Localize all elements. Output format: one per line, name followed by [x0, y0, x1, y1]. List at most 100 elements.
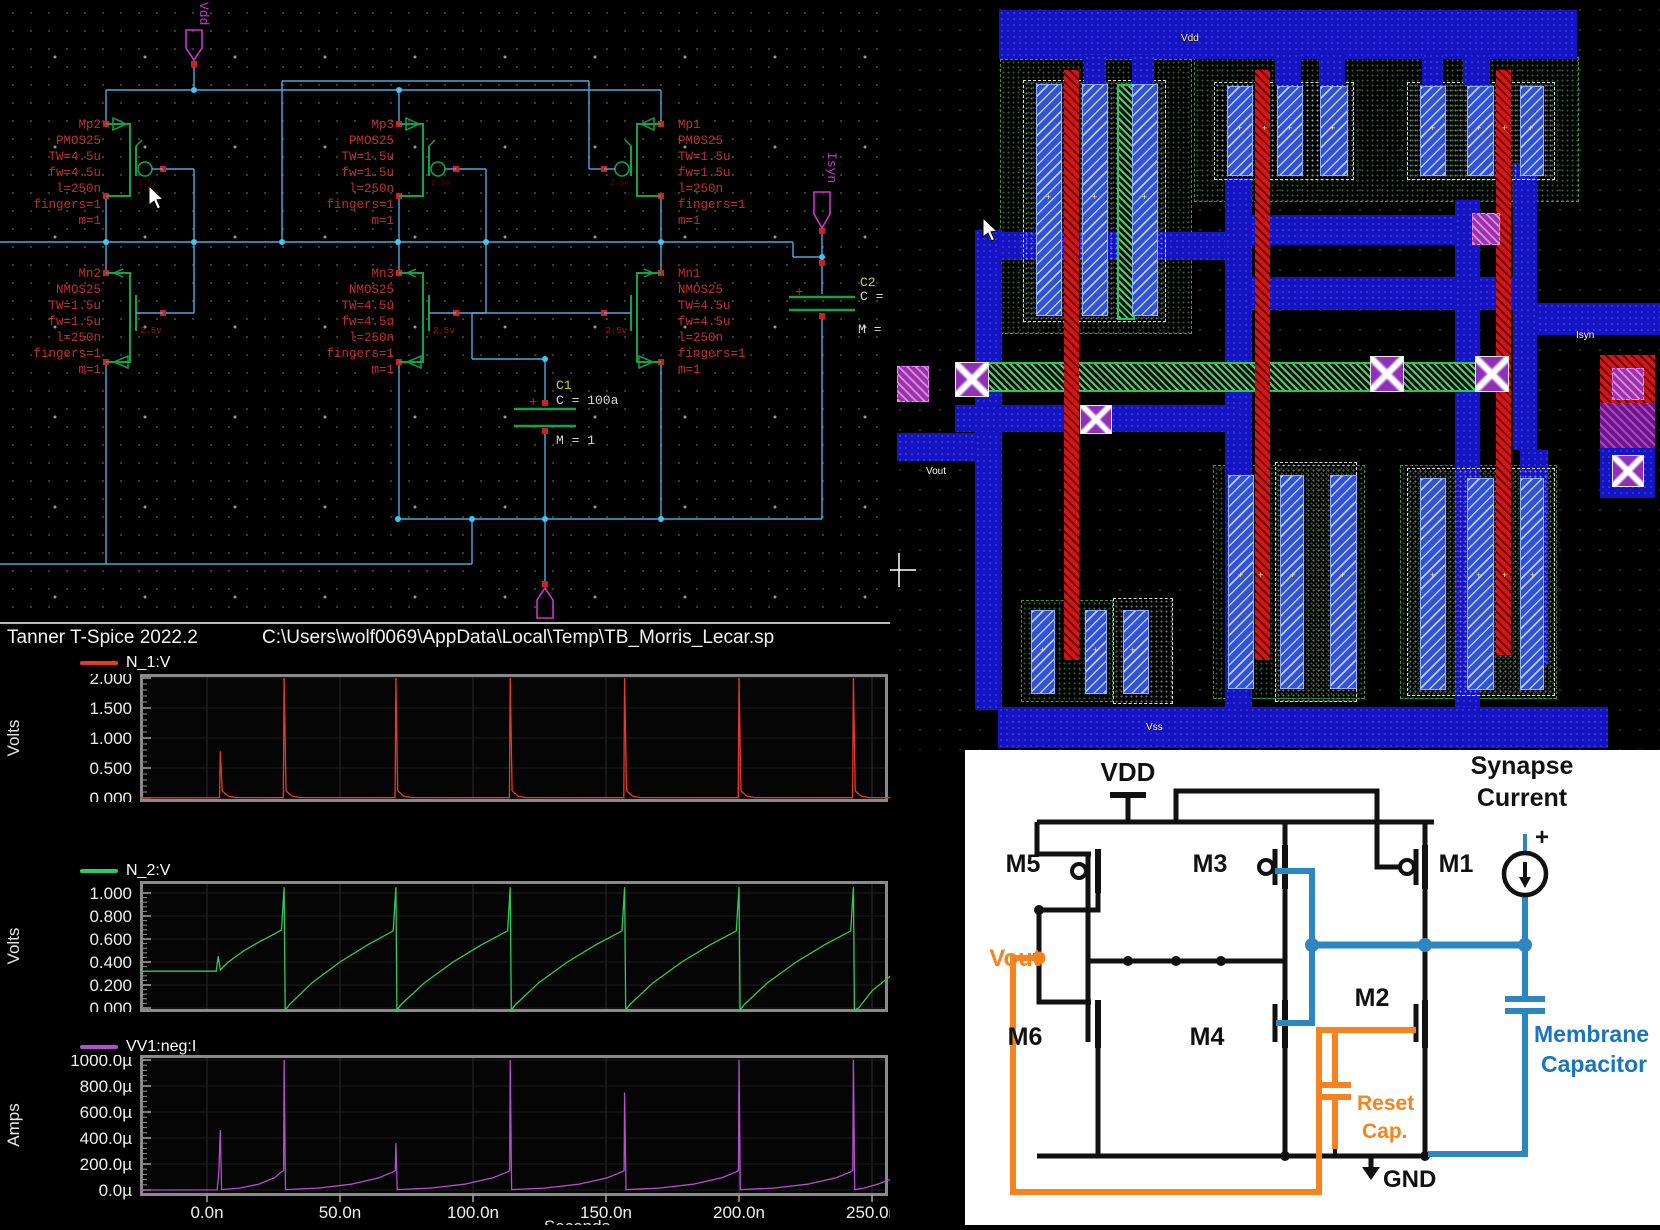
- transistor-label-line: NMOS25: [349, 283, 394, 297]
- contact-mark: +: [1476, 570, 1481, 580]
- x-tick-label: 0.0n: [190, 1203, 223, 1222]
- neuron-circuit-svg: VDD M5 M3 M1 M6 M4 M2 Synapse Current + …: [965, 750, 1660, 1225]
- layout-shape-pcon: [897, 366, 929, 402]
- layout-shape-fin: [1228, 475, 1254, 689]
- gate-voltage-note: 2.5v: [605, 326, 627, 336]
- layout-shape-lb: [1084, 55, 1106, 85]
- transistor-label-line: PMOS25: [56, 134, 101, 148]
- tspice-waveform-window[interactable]: Tanner T-Spice 2022.2 C:\Users\wolf0069\…: [0, 622, 890, 1225]
- transistor-label-line: l=250n: [56, 182, 101, 196]
- contact-mark: +: [1330, 123, 1335, 133]
- transistor-label-line: Mp2: [78, 118, 101, 132]
- transistor-label-line: m=1: [78, 363, 101, 377]
- contact-mark: +: [1340, 570, 1345, 580]
- layout-shape-xcon: [1475, 356, 1509, 392]
- layout-shape-lb: [1422, 53, 1443, 85]
- app-title: Tanner T-Spice 2022.2: [7, 627, 198, 649]
- layout-shape-lb: [975, 230, 1002, 710]
- transistor-label-line: TW=4.5u: [678, 299, 731, 313]
- cap-mult: M = 1: [556, 433, 595, 448]
- transistor-label-line: l=250n: [349, 331, 394, 345]
- contact-mark: +: [1502, 570, 1507, 580]
- y-tick-label: 0.500: [89, 759, 132, 778]
- gate-voltage-note: 2.5v: [140, 326, 162, 336]
- schematic-editor-canvas[interactable]: Mp2PMOS25TW=4.5ufw=4.5ul=250nfingers=1m=…: [0, 0, 890, 622]
- transistor-label-line: fingers=1: [33, 198, 101, 212]
- layout-shape-lb: [1132, 55, 1154, 85]
- transistor-label-line: l=250n: [678, 182, 723, 196]
- m4-label: M4: [1190, 1023, 1225, 1051]
- y-tick-label: 200.0µ: [80, 1155, 133, 1174]
- layout-shape-lb: [1275, 53, 1301, 85]
- layout-shape-lb: [1463, 53, 1490, 85]
- vout-label: Vout: [989, 945, 1041, 972]
- contact-mark: +: [1046, 192, 1051, 202]
- transistor-label-line: fingers=1: [326, 347, 394, 361]
- m2-label: M2: [1355, 984, 1390, 1012]
- y-tick-label: 0.000: [89, 789, 132, 802]
- transistor-label-line: TW=1.5u: [48, 299, 101, 313]
- vdd-port-icon: [186, 30, 202, 60]
- plus-sign: +: [1535, 824, 1549, 851]
- transistor-label-line: m=1: [371, 363, 394, 377]
- isyn-port-label: Isyn: [824, 152, 839, 183]
- title-bar[interactable]: Tanner T-Spice 2022.2 C:\Users\wolf0069\…: [0, 624, 890, 651]
- membrane-label-2: Capacitor: [1541, 1051, 1647, 1077]
- legend-label: VV1:neg:I: [126, 1038, 196, 1056]
- port-labels: VddIsynVss: [196, 2, 839, 622]
- y-tick-label: 800.0µ: [80, 1077, 133, 1096]
- cap-mult: M = 1: [858, 322, 890, 337]
- transistor-label-line: Mn3: [371, 267, 394, 281]
- layout-shape-pcon: [1472, 213, 1500, 245]
- y-tick-label: 1000.0µ: [70, 1055, 132, 1070]
- transistor-label-line: Mn2: [78, 267, 101, 281]
- y-tick-label: 0.0µ: [99, 1181, 133, 1200]
- transistor-label-line: m=1: [371, 214, 394, 228]
- cap-name: C2: [860, 275, 876, 290]
- membrane-label-1: Membrane: [1534, 1021, 1649, 1047]
- transistor-label-line: m=1: [678, 214, 701, 228]
- mouse-cursor-icon: [148, 186, 170, 212]
- y-tick-label: 400.0µ: [80, 1129, 133, 1148]
- transistor-label-line: TW=1.5u: [678, 150, 731, 164]
- layout-shape-lb: [1250, 215, 1472, 245]
- transistor-label-line: Mn1: [678, 267, 701, 281]
- transistor-label-line: fw=1.5u: [341, 166, 394, 180]
- transistor-label-line: Mp1: [678, 118, 701, 132]
- contact-mark: +: [1530, 570, 1535, 580]
- gate-voltage-note: 2.5v: [431, 179, 450, 188]
- transistor-label-line: fingers=1: [678, 347, 746, 361]
- cap-name: C1: [556, 378, 572, 393]
- plot-n2[interactable]: 1.0000.8000.6000.4000.2000.000: [0, 881, 890, 1012]
- contact-mark: +: [1430, 123, 1435, 133]
- neuron-circuit-figure: VDD M5 M3 M1 M6 M4 M2 Synapse Current + …: [965, 750, 1660, 1225]
- layout-vdd-label: Vdd: [1181, 33, 1199, 44]
- layout-shape-lb: [1250, 277, 1537, 310]
- transistor-label-line: PMOS25: [678, 134, 723, 148]
- layout-editor-canvas[interactable]: ++++++++++++++++++++++ Vdd Vss Isyn Vout: [890, 0, 1660, 750]
- vdd-port-label: Vdd: [196, 2, 211, 25]
- mouse-cursor-icon: [982, 218, 1004, 244]
- x-tick-label: 250.0n: [846, 1203, 890, 1222]
- y-tick-label: 0.000: [89, 999, 132, 1012]
- contact-mark: +: [1430, 570, 1435, 580]
- contact-mark: +: [1040, 645, 1045, 655]
- cap-plus: +: [529, 395, 537, 411]
- contact-mark: +: [1130, 645, 1135, 655]
- plot-vv1[interactable]: 1000.0µ800.0µ600.0µ400.0µ200.0µ0.0µ0.0n5…: [0, 1055, 890, 1225]
- legend-swatch-purple: [80, 1045, 118, 1049]
- transistor-label-line: TW=4.5u: [341, 299, 394, 313]
- plot-n1[interactable]: 2.0001.5001.0000.5000.000: [0, 674, 890, 802]
- x-tick-label: 100.0n: [447, 1203, 499, 1222]
- pmos-gate-circles: [1072, 860, 1414, 878]
- transistor-label-line: fingers=1: [33, 347, 101, 361]
- contact-mark: +: [1093, 645, 1098, 655]
- layout-shape-fin: [1280, 475, 1304, 689]
- m3-label: M3: [1193, 850, 1228, 878]
- layout-shape-lb: [897, 433, 977, 461]
- contact-mark: +: [1238, 570, 1243, 580]
- contact-mark: +: [1528, 123, 1533, 133]
- vss-port-icon: [537, 588, 553, 618]
- layout-shape-xcon: [955, 362, 989, 397]
- contact-mark: +: [1262, 123, 1267, 133]
